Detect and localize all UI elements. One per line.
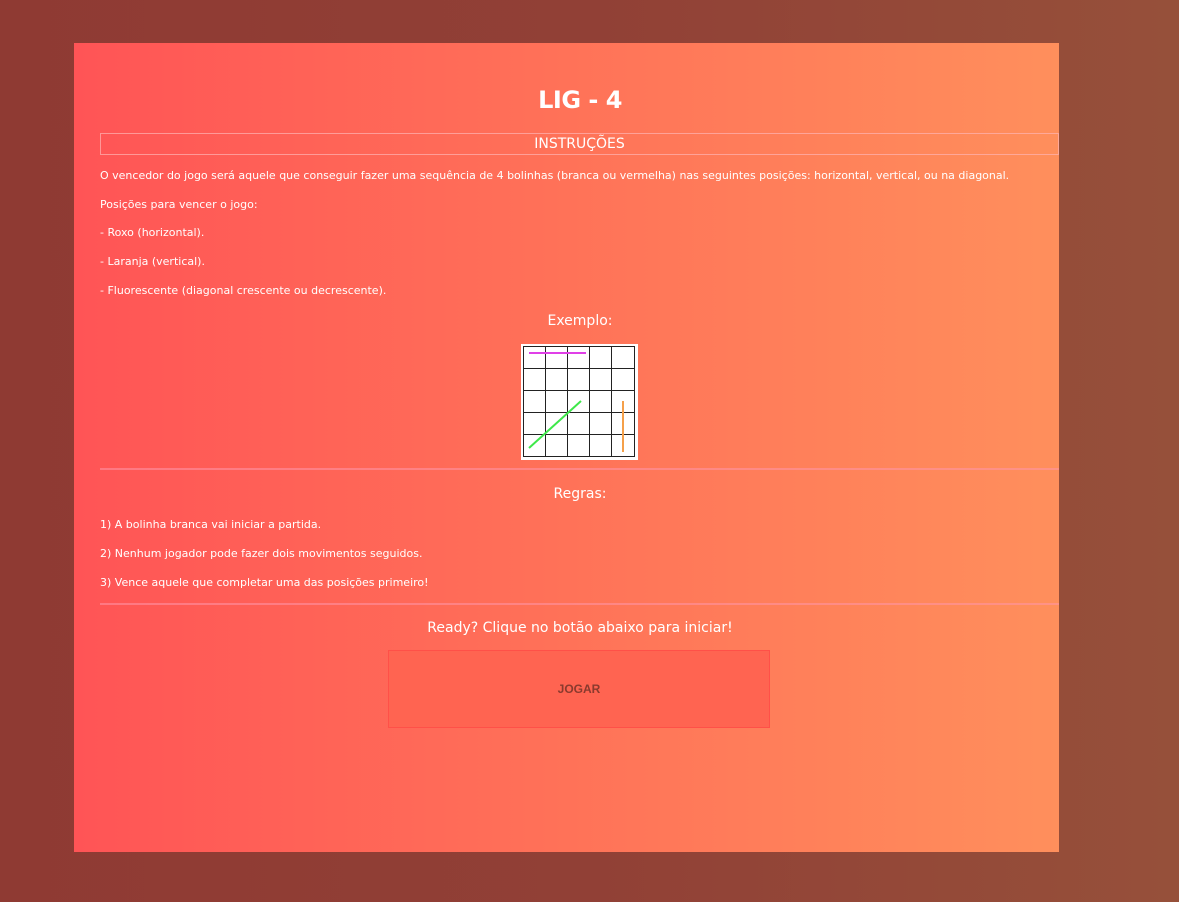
page-title: LIG - 4: [538, 86, 622, 114]
rule-item: 3) Vence aquele que completar uma das po…: [100, 576, 429, 589]
game-panel: LIG - 4 INSTRUÇÕES O vencedor do jogo se…: [74, 43, 1059, 852]
divider: [100, 468, 1059, 470]
instructions-header: INSTRUÇÕES: [100, 133, 1059, 155]
rules-label: Regras:: [553, 486, 607, 502]
play-button[interactable]: JOGAR: [388, 650, 770, 728]
example-board-grid: [523, 346, 635, 457]
position-item-diagonal: - Fluorescente (diagonal crescente ou de…: [100, 284, 387, 297]
diagonal-win-line: [528, 400, 582, 449]
start-prompt: Ready? Clique no botão abaixo para inici…: [427, 620, 733, 636]
rule-item: 1) A bolinha branca vai iniciar a partid…: [100, 518, 322, 531]
instructions-intro: O vencedor do jogo será aquele que conse…: [100, 169, 1010, 182]
positions-label: Posições para vencer o jogo:: [100, 198, 258, 211]
position-item-horizontal: - Roxo (horizontal).: [100, 226, 205, 239]
example-board: [521, 344, 638, 460]
divider: [100, 603, 1059, 605]
rule-item: 2) Nenhum jogador pode fazer dois movime…: [100, 547, 423, 560]
example-label: Exemplo:: [547, 313, 613, 329]
position-item-vertical: - Laranja (vertical).: [100, 255, 205, 268]
